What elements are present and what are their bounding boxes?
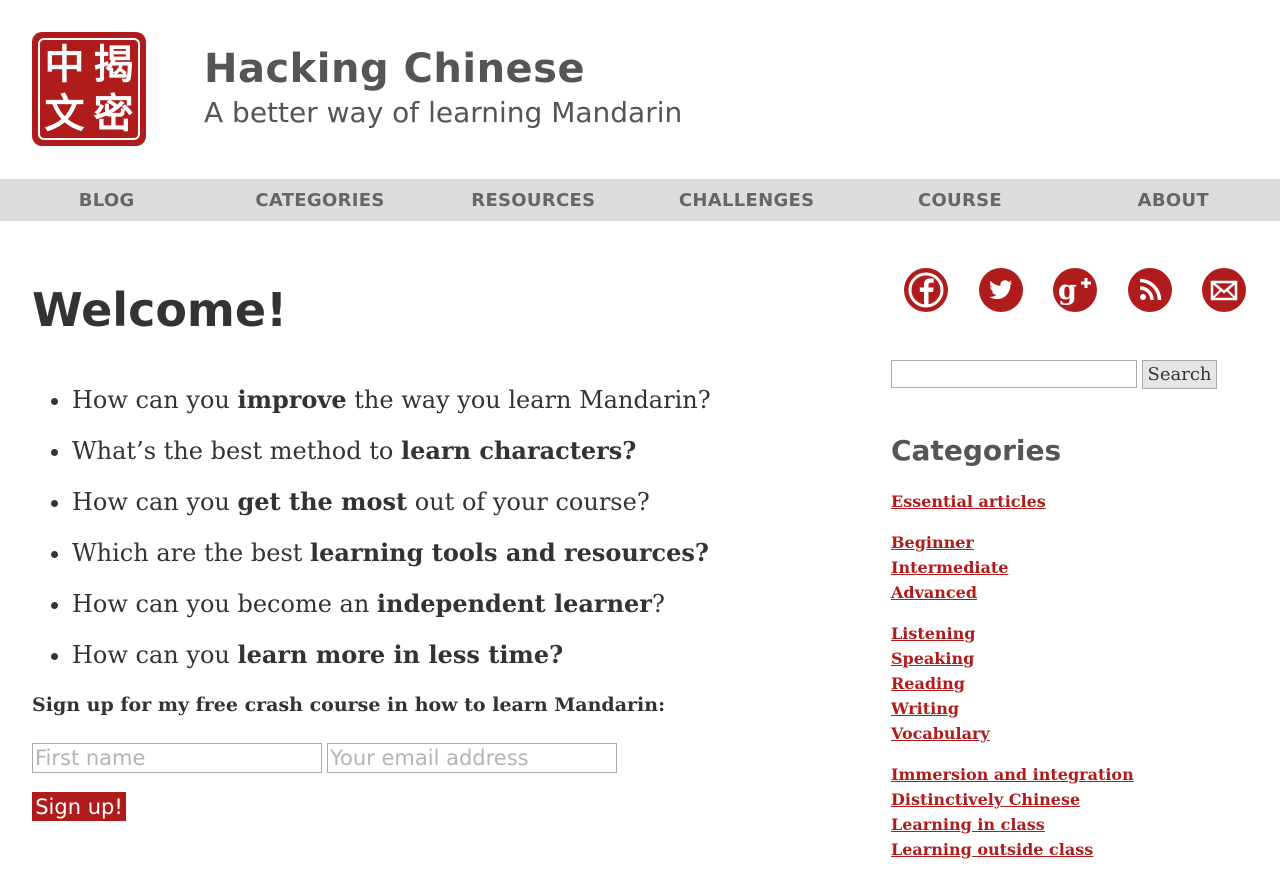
category-link-intermediate[interactable]: Intermediate [891,558,1008,577]
nav-item-resources[interactable]: RESOURCES [427,179,640,221]
logo-char-3: 文 [44,90,85,137]
nav-item-challenges[interactable]: CHALLENGES [640,179,853,221]
category-link-speaking[interactable]: Speaking [891,649,974,668]
site-logo[interactable]: 中 揭 文 密 [32,32,146,146]
site-title[interactable]: Hacking Chinese [204,46,585,92]
category-link-listening[interactable]: Listening [891,624,975,643]
main-nav: BLOG CATEGORIES RESOURCES CHALLENGES COU… [0,179,1280,221]
nav-item-blog[interactable]: BLOG [0,179,213,221]
nav-item-categories[interactable]: CATEGORIES [213,179,426,221]
category-link-reading[interactable]: Reading [891,674,965,693]
signup-prompt: Sign up for my free crash course in how … [32,694,666,716]
search-button[interactable]: Search [1142,360,1217,389]
category-link-vocabulary[interactable]: Vocabulary [891,724,990,743]
logo-char-1: 中 [44,41,85,88]
question-list: How can you improve the way you learn Ma… [32,374,872,680]
list-item: How can you become an independent learne… [72,578,872,629]
category-link-advanced[interactable]: Advanced [891,583,977,602]
nav-item-about[interactable]: ABOUT [1067,179,1280,221]
email-icon[interactable] [1202,268,1246,312]
twitter-icon[interactable] [979,268,1023,312]
category-link-essential-articles[interactable]: Essential articles [891,492,1046,511]
email-field[interactable] [327,743,617,773]
facebook-icon[interactable] [904,268,948,312]
category-link-learning-in-class[interactable]: Learning in class [891,815,1045,834]
logo-char-2: 揭 [93,41,134,88]
category-link-immersion-and-integration[interactable]: Immersion and integration [891,765,1134,784]
category-link-distinctively-chinese[interactable]: Distinctively Chinese [891,790,1080,809]
logo-seal: 中 揭 文 密 [38,38,140,140]
signup-button[interactable]: Sign up! [32,792,126,821]
list-item: How can you get the most out of your cou… [72,476,872,527]
categories-heading: Categories [891,434,1062,467]
google-plus-icon[interactable]: g [1053,268,1097,312]
svg-text:g: g [1058,275,1077,306]
category-link-beginner[interactable]: Beginner [891,533,974,552]
nav-item-course[interactable]: COURSE [853,179,1066,221]
category-link-learning-outside-class[interactable]: Learning outside class [891,840,1093,859]
list-item: How can you improve the way you learn Ma… [72,374,872,425]
search-input[interactable] [891,360,1137,388]
logo-char-4: 密 [93,90,134,137]
list-item: How can you learn more in less time? [72,629,872,680]
category-link-writing[interactable]: Writing [891,699,959,718]
site-tagline: A better way of learning Mandarin [204,96,683,129]
list-item: Which are the best learning tools and re… [72,527,872,578]
list-item: What’s the best method to learn characte… [72,425,872,476]
page-title: Welcome! [32,283,288,337]
rss-icon[interactable] [1128,268,1172,312]
first-name-field[interactable] [32,743,322,773]
